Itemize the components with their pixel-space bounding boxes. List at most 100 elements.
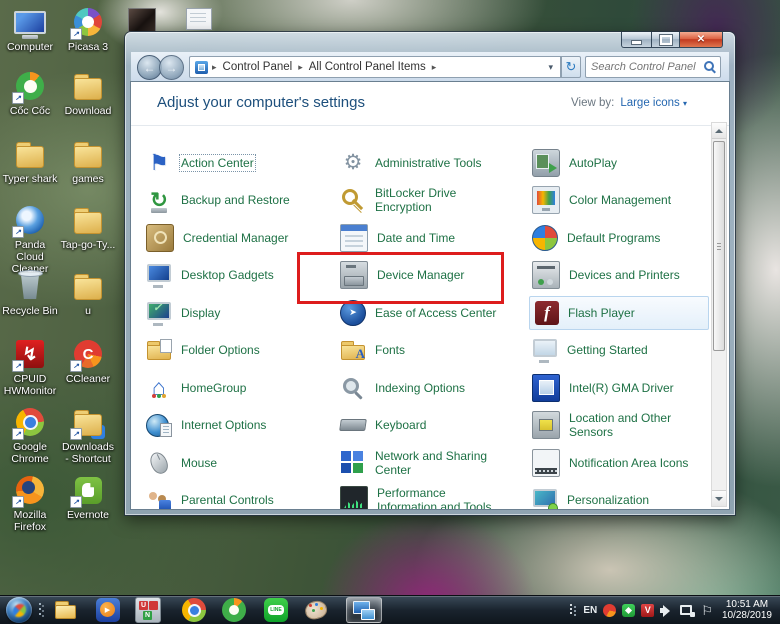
desktop-icon-panda-cloud[interactable]: Panda Cloud Cleaner (2, 202, 58, 275)
desktop-icon-evernote[interactable]: Evernote (60, 472, 116, 521)
cp-item-internet-options[interactable]: Internet Options (143, 407, 337, 445)
cp-item-getting-started[interactable]: Getting Started (529, 332, 709, 370)
cp-item-bitlocker[interactable]: BitLocker Drive Encryption (337, 182, 529, 220)
desktop-icon-label: Download (60, 105, 116, 117)
language-indicator[interactable]: EN (583, 605, 597, 616)
desktop-icon-typer-shark[interactable]: Typer shark (2, 136, 58, 185)
cp-item-flash-player[interactable]: Flash Player (529, 296, 709, 330)
clock[interactable]: 10:51 AM 10/28/2019 (719, 599, 775, 621)
picasa-icon (70, 4, 106, 40)
desktop-icon-chrome[interactable]: Google Chrome (2, 404, 58, 465)
close-icon: ✕ (697, 34, 705, 45)
cp-item-location-sensors[interactable]: Location and Other Sensors (529, 407, 709, 445)
cp-item-administrative-tools[interactable]: Administrative Tools (337, 144, 529, 182)
cp-item-intel-gma[interactable]: Intel(R) GMA Driver (529, 369, 709, 407)
parental-controls-icon (146, 487, 172, 509)
tray-ccleaner-icon[interactable] (603, 604, 616, 617)
search-box[interactable] (585, 56, 721, 78)
desktop-icon-games[interactable]: games (60, 136, 116, 185)
address-dropdown-icon[interactable]: ▾ (546, 62, 555, 73)
control-panel-icon (351, 597, 377, 623)
scrollbar[interactable] (711, 122, 727, 507)
cp-item-devices-printers[interactable]: Devices and Printers (529, 257, 709, 295)
scroll-down-icon[interactable] (712, 490, 726, 506)
show-hidden-icons[interactable] (569, 602, 577, 618)
scroll-up-icon[interactable] (712, 123, 726, 139)
folder-icon (12, 136, 48, 172)
cp-item-date-time[interactable]: Date and Time (337, 219, 529, 257)
desktop-icon-computer[interactable]: Computer (2, 4, 58, 53)
desktop-icon-firefox[interactable]: Mozilla Firefox (2, 472, 58, 533)
view-mode-link[interactable]: Large icons ▾ (620, 97, 687, 109)
cp-item-credential-manager[interactable]: Credential Manager (143, 219, 337, 257)
maximize-button[interactable] (652, 32, 679, 48)
scrollbar-thumb[interactable] (713, 141, 725, 351)
cp-item-autoplay[interactable]: AutoPlay (529, 144, 709, 182)
minimize-button[interactable] (621, 32, 652, 48)
volume-icon[interactable] (660, 604, 674, 617)
desktop-icon-cpuid[interactable]: CPUID HWMonitor (2, 336, 58, 397)
cp-item-device-manager[interactable]: Device Manager (337, 257, 529, 295)
cp-item-default-programs[interactable]: Default Programs (529, 219, 709, 257)
start-button[interactable] (6, 597, 32, 623)
homegroup-icon (146, 375, 172, 401)
folder-options-icon (146, 337, 172, 363)
network-icon[interactable] (680, 604, 695, 617)
cp-item-network-sharing[interactable]: Network and Sharing Center (337, 444, 529, 482)
desktop-icon-downloads-shortcut[interactable]: ↓ Downloads - Shortcut (60, 404, 116, 465)
cp-item-indexing-options[interactable]: Indexing Options (337, 369, 529, 407)
cp-item-backup-restore[interactable]: Backup and Restore (143, 182, 337, 220)
fonts-icon (340, 337, 366, 363)
cp-item-fonts[interactable]: Fonts (337, 332, 529, 370)
system-tray: EN ⚐ 10:51 AM 10/28/2019 (569, 596, 778, 624)
taskbar-unikey[interactable] (130, 597, 166, 623)
cp-item-display[interactable]: Display (143, 294, 337, 332)
action-center-flag-icon[interactable]: ⚐ (701, 604, 713, 617)
cp-item-mouse[interactable]: Mouse (143, 444, 337, 482)
chrome-icon (12, 404, 48, 440)
desktop-icon-picasa[interactable]: Picasa 3 (60, 4, 116, 53)
cp-item-folder-options[interactable]: Folder Options (143, 332, 337, 370)
address-bar[interactable]: ▸ Control Panel ▸ All Control Panel Item… (189, 56, 561, 78)
cp-item-personalization[interactable]: Personalization (529, 482, 709, 510)
tray-antivirus-icon[interactable] (622, 604, 635, 617)
search-input[interactable] (586, 61, 703, 73)
taskbar-media-player[interactable] (90, 597, 126, 623)
cp-item-homegroup[interactable]: HomeGroup (143, 369, 337, 407)
desktop-icon-download[interactable]: Download (60, 68, 116, 117)
desktop-icon-ccleaner[interactable]: CCleaner (60, 336, 116, 385)
flower-ornament (548, 503, 558, 509)
desktop-icon-recycle-bin[interactable]: Recycle Bin (2, 268, 58, 317)
cp-item-performance[interactable]: Performance Information and Tools (337, 482, 529, 510)
breadcrumb-all-items[interactable]: All Control Panel Items (307, 61, 428, 73)
forward-button[interactable]: → (159, 55, 184, 80)
close-button[interactable]: ✕ (679, 32, 723, 48)
partial-desktop-photo-icon[interactable] (128, 8, 156, 32)
desktop-icon-label: Cốc Cốc (2, 105, 58, 117)
partial-desktop-note-icon[interactable] (186, 8, 212, 30)
desktop-icon-label: CPUID HWMonitor (2, 373, 58, 397)
desktop-icon-coccoc[interactable]: Cốc Cốc (2, 68, 58, 117)
cp-item-desktop-gadgets[interactable]: Desktop Gadgets (143, 257, 337, 295)
taskbar-control-panel-active[interactable] (346, 597, 382, 623)
cp-item-notification-area[interactable]: Notification Area Icons (529, 444, 709, 482)
desktop-icon-tap-go[interactable]: Tap-go-Ty... (60, 202, 116, 251)
breadcrumb-control-panel[interactable]: Control Panel (221, 61, 295, 73)
taskbar-paint[interactable] (298, 597, 334, 623)
cp-item-color-management[interactable]: Color Management (529, 182, 709, 220)
shortcut-arrow-icon (70, 28, 82, 40)
desktop-icon-u[interactable]: u (60, 268, 116, 317)
keyboard-icon (340, 412, 366, 438)
refresh-button[interactable]: ↻ (561, 56, 581, 78)
cp-item-action-center[interactable]: Action Center (143, 144, 337, 182)
taskbar-windows-explorer[interactable] (48, 597, 84, 623)
cp-item-ease-of-access[interactable]: Ease of Access Center (337, 294, 529, 332)
cp-item-keyboard[interactable]: Keyboard (337, 407, 529, 445)
view-dropdown-icon: ▾ (683, 99, 687, 108)
tray-v-app-icon[interactable] (641, 604, 654, 617)
taskbar-chrome[interactable] (176, 597, 212, 623)
taskbar-line[interactable] (258, 597, 294, 623)
taskbar-coccoc[interactable] (216, 597, 252, 623)
cp-item-parental-controls[interactable]: Parental Controls (143, 482, 337, 510)
flash-player-icon (535, 301, 559, 325)
